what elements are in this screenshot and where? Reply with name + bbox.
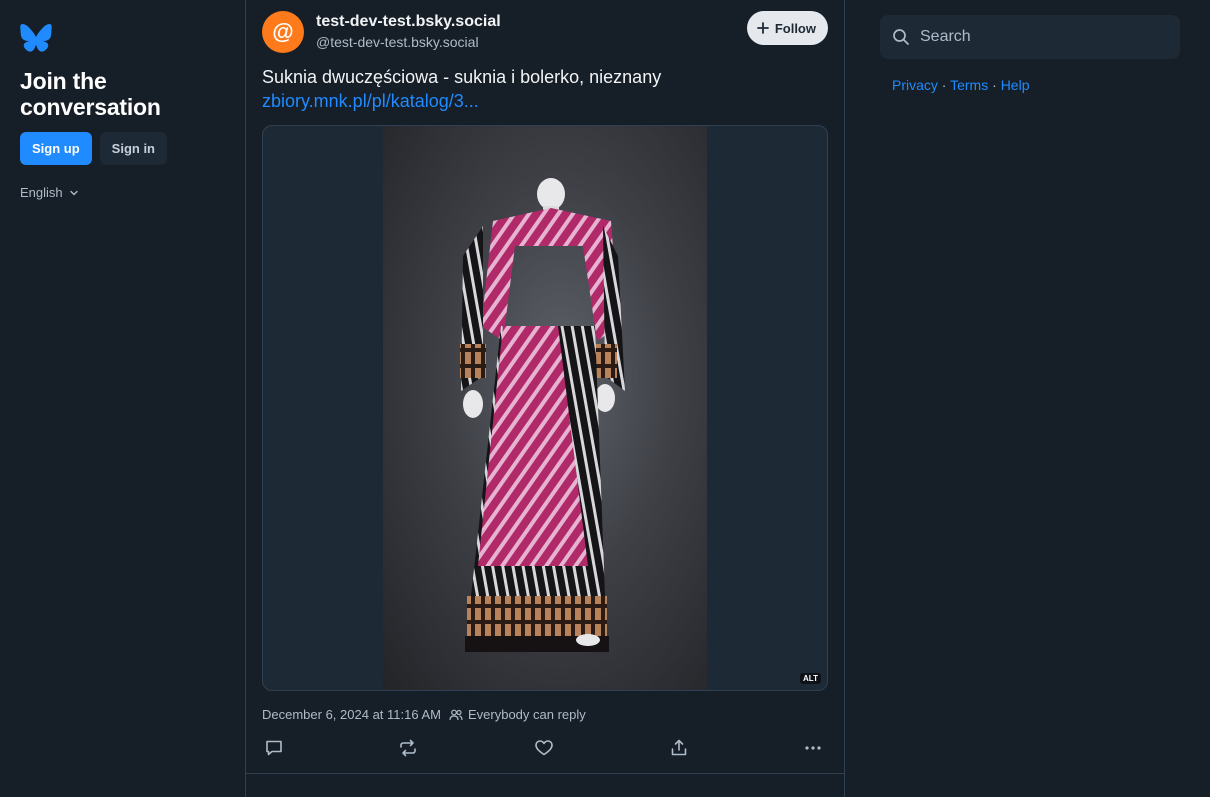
post-image-frame[interactable]: ALT: [262, 125, 828, 691]
plus-icon: [756, 22, 769, 34]
bluesky-butterfly-icon[interactable]: [20, 24, 52, 52]
terms-link[interactable]: Terms: [950, 77, 988, 93]
like-button[interactable]: [532, 736, 556, 760]
signin-button[interactable]: Sign in: [99, 132, 168, 165]
share-icon: [671, 739, 687, 756]
reply-button[interactable]: [262, 736, 286, 760]
search-input[interactable]: [920, 28, 1160, 46]
footer-separator: ·: [988, 77, 1001, 93]
reply-setting[interactable]: Everybody can reply: [449, 707, 586, 722]
post-timestamp[interactable]: December 6, 2024 at 11:16 AM: [262, 707, 441, 722]
follow-label: Follow: [774, 20, 816, 36]
search-icon: [893, 29, 909, 45]
heart-icon: [535, 740, 553, 756]
share-button[interactable]: [667, 736, 691, 760]
people-icon: [449, 709, 463, 720]
left-nav: Join the conversation Sign up Sign in En…: [20, 24, 230, 200]
signup-button[interactable]: Sign up: [20, 132, 92, 165]
main-feed: @ test-dev-test.bsky.social @test-dev-te…: [245, 0, 845, 797]
privacy-link[interactable]: Privacy: [892, 77, 938, 93]
avatar[interactable]: @: [262, 11, 304, 53]
repost-button[interactable]: [396, 736, 420, 760]
follow-button[interactable]: Follow: [746, 11, 828, 45]
help-link[interactable]: Help: [1001, 77, 1030, 93]
join-title: Join the conversation: [20, 68, 161, 120]
footer-links: Privacy · Terms · Help: [892, 77, 1029, 93]
author-handle[interactable]: @test-dev-test.bsky.social: [316, 34, 479, 50]
repost-icon: [400, 739, 416, 757]
language-label: English: [20, 185, 63, 200]
post-image[interactable]: [383, 126, 707, 690]
language-select[interactable]: English: [20, 185, 230, 200]
post-link[interactable]: zbiory.mnk.pl/pl/katalog/3...: [262, 89, 828, 113]
search-box[interactable]: [880, 15, 1180, 59]
dress-image-illustration: [460, 178, 625, 652]
post-meta: December 6, 2024 at 11:16 AM Everybody c…: [262, 707, 586, 722]
chevron-down-icon: [69, 190, 78, 195]
post-divider: [246, 773, 844, 774]
comment-icon: [266, 740, 282, 756]
reply-setting-label: Everybody can reply: [467, 707, 586, 722]
more-options-button[interactable]: [801, 736, 825, 760]
post-actions: [262, 736, 828, 760]
author-display-name[interactable]: test-dev-test.bsky.social: [316, 13, 501, 31]
auth-buttons: Sign up Sign in: [20, 132, 230, 165]
post-text: Suknia dwuczęściowa - suknia i bolerko, …: [262, 65, 828, 113]
alt-badge[interactable]: ALT: [800, 673, 821, 684]
ellipsis-icon: [805, 746, 821, 750]
post-header: @ test-dev-test.bsky.social @test-dev-te…: [262, 11, 828, 53]
footer-separator: ·: [937, 77, 951, 93]
post-body: Suknia dwuczęściowa - suknia i bolerko, …: [262, 67, 662, 87]
